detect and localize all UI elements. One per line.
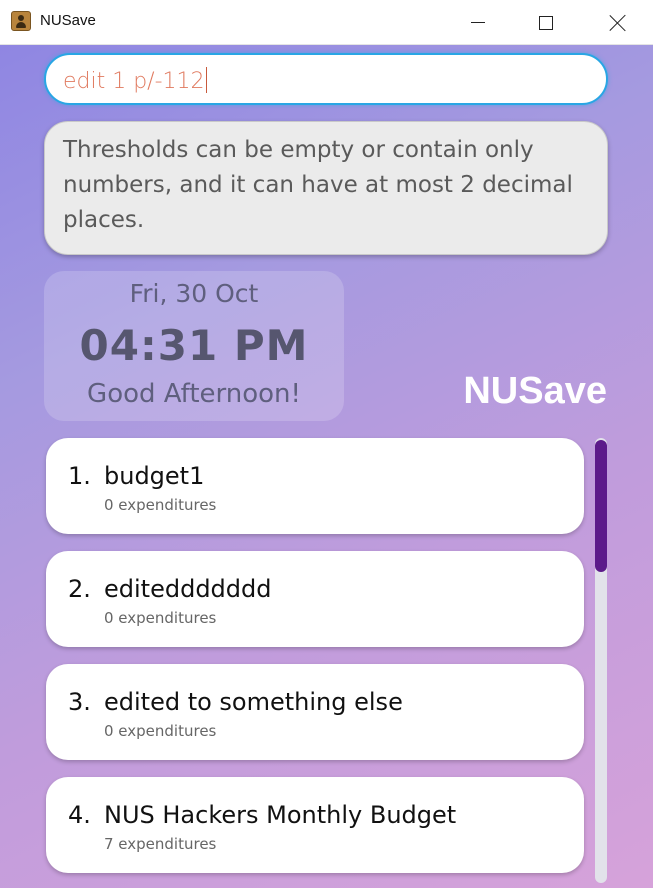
main-panel: edit 1 p/-112 Thresholds can be empty or…	[0, 45, 653, 888]
maximize-button[interactable]	[518, 0, 574, 45]
command-input[interactable]: edit 1 p/-112	[44, 53, 608, 105]
budget-index: 3.	[68, 688, 91, 716]
budget-index: 4.	[68, 801, 91, 829]
result-display: Thresholds can be empty or contain only …	[44, 121, 608, 255]
command-input-value: edit 1 p/-112	[63, 67, 208, 94]
budget-list-scrollbar[interactable]	[595, 438, 607, 883]
minimize-icon	[471, 22, 485, 23]
result-message: Thresholds can be empty or contain only …	[63, 137, 573, 233]
budget-index: 1.	[68, 462, 91, 490]
clock-panel: Fri, 30 Oct 04:31 PM Good Afternoon!	[44, 271, 344, 421]
command-text: edit 1 p/-112	[63, 69, 205, 94]
budget-expenditure-count: 0 expenditures	[104, 496, 217, 514]
budget-name: editeddddddd	[104, 575, 272, 603]
budget-name: edited to something else	[104, 688, 403, 716]
minimize-button[interactable]	[450, 0, 506, 45]
app-brand-title: NUSave	[463, 370, 607, 412]
text-caret	[205, 67, 208, 93]
budget-name: NUS Hackers Monthly Budget	[104, 801, 457, 829]
scrollbar-thumb[interactable]	[595, 440, 607, 572]
budget-index: 2.	[68, 575, 91, 603]
address-book-icon	[11, 11, 31, 31]
budget-card[interactable]: 2. editeddddddd 0 expenditures	[46, 551, 584, 647]
budget-expenditure-count: 0 expenditures	[104, 722, 217, 740]
window-title: NUSave	[40, 12, 96, 29]
close-icon	[609, 14, 627, 32]
clock-date: Fri, 30 Oct	[129, 279, 259, 308]
clock-time: 04:31 PM	[79, 321, 309, 370]
budget-name: budget1	[104, 462, 205, 490]
budget-card[interactable]: 4. NUS Hackers Monthly Budget 7 expendit…	[46, 777, 584, 873]
maximize-icon	[539, 15, 553, 30]
budget-card[interactable]: 3. edited to something else 0 expenditur…	[46, 664, 584, 760]
title-bar: NUSave	[0, 0, 653, 45]
budget-expenditure-count: 7 expenditures	[104, 835, 217, 853]
budget-expenditure-count: 0 expenditures	[104, 609, 217, 627]
budget-card[interactable]: 1. budget1 0 expenditures	[46, 438, 584, 534]
close-button[interactable]	[590, 0, 646, 45]
clock-greeting: Good Afternoon!	[87, 379, 301, 409]
